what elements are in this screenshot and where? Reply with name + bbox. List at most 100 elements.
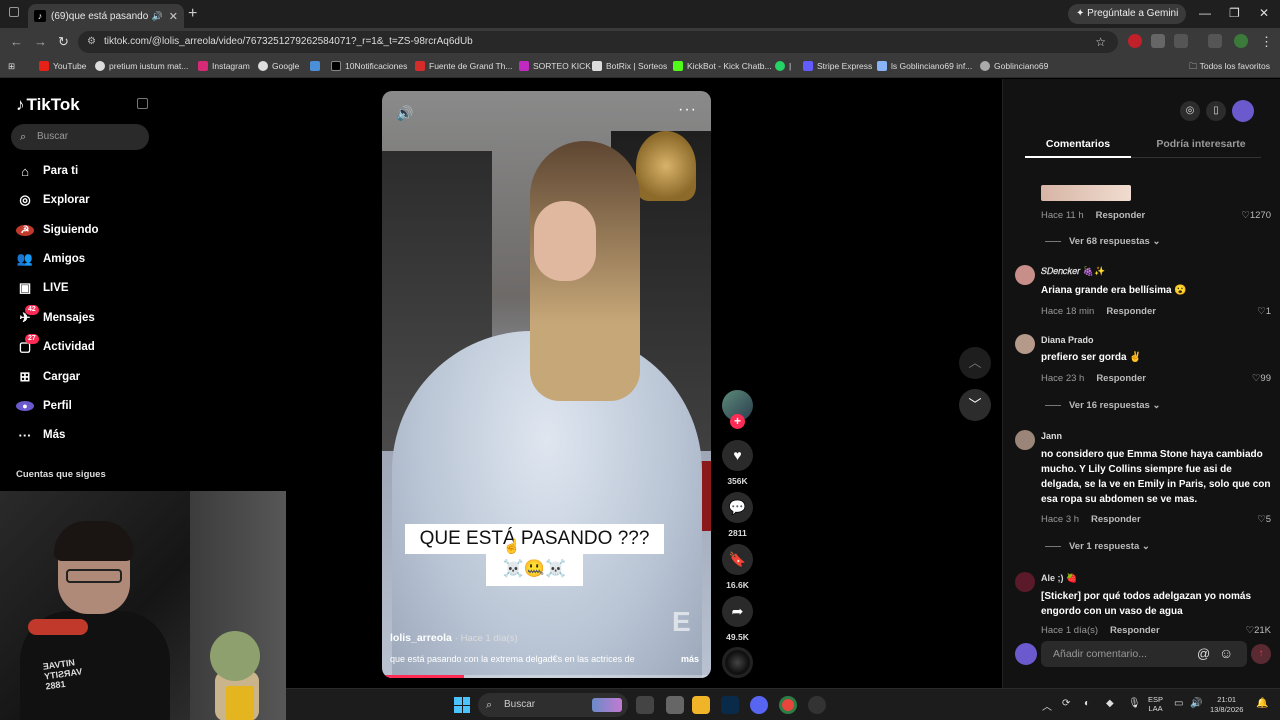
commenter-avatar[interactable] <box>1015 430 1035 450</box>
bookmark-fuente[interactable]: Fuente de Grand Th... <box>415 61 512 71</box>
nav-item-actividad[interactable]: ▢ 27 Actividad <box>16 334 95 357</box>
music-disc-icon[interactable] <box>722 647 753 678</box>
volume-icon[interactable]: 🔊 <box>1190 698 1202 709</box>
bookmark-icon[interactable]: 🔖 <box>722 544 753 575</box>
comment-icon[interactable]: 💬 <box>722 492 753 523</box>
reading-list-icon[interactable] <box>1208 34 1222 48</box>
view-replies-button[interactable]: Ver 68 respuestas ⌄ <box>1045 236 1160 247</box>
tray-mic-icon[interactable]: 🎙 <box>1128 698 1141 709</box>
tab-podria-interesarte[interactable]: Podría interesarte <box>1141 138 1261 150</box>
bookmark-instagram[interactable]: Instagram <box>198 61 250 71</box>
windows-start-icon[interactable] <box>454 697 470 713</box>
notifications-icon[interactable]: 🔔 <box>1256 698 1268 709</box>
back-icon[interactable]: ← <box>10 34 23 49</box>
network-icon[interactable]: ▭ <box>1174 698 1183 709</box>
tab-audio-icon[interactable]: 🔊 <box>152 11 163 22</box>
send-icon[interactable]: ↑ <box>1251 644 1271 664</box>
close-window-icon[interactable]: ✕ <box>1259 6 1269 20</box>
video-more-link[interactable]: más <box>681 654 699 664</box>
bookmark-kickbot[interactable]: KickBot - Kick Chatb... <box>673 61 772 71</box>
next-video-button[interactable]: ﹀ <box>959 389 991 421</box>
tab-close-icon[interactable]: ✕ <box>169 10 178 23</box>
follow-button[interactable]: + <box>730 414 745 429</box>
extensions-puzzle-icon[interactable] <box>1174 34 1188 48</box>
nav-item-perfil[interactable]: ● Perfil <box>16 396 72 416</box>
video-more-icon[interactable]: ··· <box>678 101 697 119</box>
bookmark-pretium[interactable]: pretium iustum mat... <box>95 61 188 71</box>
mention-icon[interactable]: @ <box>1197 646 1210 661</box>
comment-input[interactable]: Añadir comentario... <box>1041 641 1247 667</box>
comment-like[interactable]: ♡21K <box>1246 625 1271 636</box>
tray-shield-icon[interactable]: ◆ <box>1106 698 1114 709</box>
bookmark-stripe[interactable]: Stripe Express <box>803 61 872 71</box>
share-action[interactable]: ➦ 49.5K <box>722 596 753 642</box>
nav-item-siguiendo[interactable]: ☭ Siguiendo <box>16 220 99 240</box>
nav-item-para-ti[interactable]: ⌂ Para ti <box>16 161 78 181</box>
comment-like[interactable]: ♡5 <box>1257 514 1271 525</box>
tiktok-logo[interactable]: ♪ TikTok <box>16 95 80 115</box>
bookmark-youtube[interactable]: YouTube <box>39 61 86 71</box>
coin-icon[interactable]: ◎ <box>1180 101 1200 121</box>
tray-sync-icon[interactable]: ⟳ <box>1062 698 1070 709</box>
collapse-sidebar-icon[interactable] <box>137 98 148 109</box>
app-icon[interactable] <box>666 696 684 714</box>
reply-button[interactable]: Responder <box>1091 514 1141 525</box>
comment-like[interactable]: ♡1270 <box>1241 210 1271 221</box>
nav-item-cargar[interactable]: ⊞ Cargar <box>16 367 81 387</box>
bookmark-whatsapp[interactable]: | <box>775 61 791 71</box>
comment-like[interactable]: ♡99 <box>1252 373 1271 384</box>
bookmark-sorteo-kick[interactable]: SORTEO KICK <box>519 61 591 71</box>
video-progress-bar[interactable] <box>382 675 711 678</box>
reply-button[interactable]: Responder <box>1110 625 1160 636</box>
share-icon[interactable]: ➦ <box>722 596 753 627</box>
volume-icon[interactable]: 🔊 <box>396 105 413 122</box>
bookmark-gtd-icon[interactable] <box>310 61 324 71</box>
previous-video-button[interactable]: ︿ <box>959 347 991 379</box>
bookmark-goblinciano-info[interactable]: ls Goblinciano69 inf... <box>877 61 972 71</box>
reply-button[interactable]: Responder <box>1096 373 1146 384</box>
bookmark-botrix[interactable]: BotRix | Sorteos <box>592 61 667 71</box>
maximize-icon[interactable]: ❐ <box>1229 6 1240 20</box>
commenter-name[interactable]: 𝑆𝐷𝑒𝑛𝑐𝑘𝑒𝑟 🍇✨ <box>1041 266 1105 277</box>
apps-grid-icon[interactable]: ⊞ <box>8 61 15 72</box>
nav-item-mensajes[interactable]: ✈ 42 Mensajes <box>16 305 95 328</box>
view-replies-button[interactable]: Ver 1 respuesta ⌄ <box>1045 541 1150 552</box>
extension-icon[interactable] <box>1151 34 1165 48</box>
app-2-icon[interactable] <box>808 696 826 714</box>
reload-icon[interactable]: ↻ <box>58 34 69 50</box>
bookmark-star-icon[interactable]: ☆ <box>1095 31 1106 53</box>
bookmark-google[interactable]: Google <box>258 61 299 71</box>
tab-search-icon[interactable] <box>9 7 19 17</box>
tab-comentarios[interactable]: Comentarios <box>1025 138 1131 150</box>
video-player[interactable]: 🔊 ··· QUE ESTÁ PASANDO ??? ☠️🤐☠️ E lolis… <box>382 91 711 678</box>
user-avatar[interactable] <box>1232 100 1254 122</box>
like-action[interactable]: ♥ 356K <box>722 440 753 486</box>
comment-action[interactable]: 💬 2811 <box>722 492 753 538</box>
extension-red-icon[interactable] <box>1128 34 1142 48</box>
reply-button[interactable]: Responder <box>1106 306 1156 317</box>
taskbar-search[interactable]: ⌕ Buscar <box>478 693 628 717</box>
nav-item-live[interactable]: ▣ LIVE <box>16 278 69 298</box>
browser-tab[interactable]: ♪ (69)que está pasando con l 🔊 ✕ <box>28 4 184 28</box>
nav-item-amigos[interactable]: 👥 Amigos <box>16 249 85 269</box>
forward-icon[interactable]: → <box>34 34 47 49</box>
address-bar[interactable]: ⚙ tiktok.com/@lolis_arreola/video/767325… <box>78 31 1118 53</box>
new-tab-button[interactable]: + <box>188 5 197 23</box>
nav-item-explorar[interactable]: ◎ Explorar <box>16 190 89 210</box>
commenter-name[interactable]: Diana Prado <box>1041 335 1094 345</box>
commenter-avatar[interactable] <box>1015 334 1035 354</box>
phone-icon[interactable]: ▯ <box>1206 101 1226 121</box>
commenter-name[interactable]: Ale ;) 🍓 <box>1041 573 1077 584</box>
save-action[interactable]: 🔖 16.6K <box>722 544 753 590</box>
search-input[interactable]: ⌕ Buscar <box>11 124 149 150</box>
commenter-name[interactable]: Jann <box>1041 431 1062 441</box>
discord-icon[interactable] <box>750 696 768 714</box>
taskbar-clock[interactable]: 21:01 13/8/2026 <box>1210 695 1243 715</box>
gemini-button[interactable]: ✦ Pregúntale a Gemini <box>1068 4 1187 24</box>
bookmark-goblinciano[interactable]: Goblinciano69 <box>980 61 1048 71</box>
minimize-icon[interactable]: — <box>1199 6 1211 20</box>
tray-edge-icon[interactable]: ◐ <box>1084 698 1090 709</box>
emoji-icon[interactable]: ☺ <box>1219 645 1233 661</box>
photoshop-icon[interactable] <box>721 696 739 714</box>
video-author[interactable]: lolis_arreola · Hace 1 día(s) <box>390 632 518 644</box>
